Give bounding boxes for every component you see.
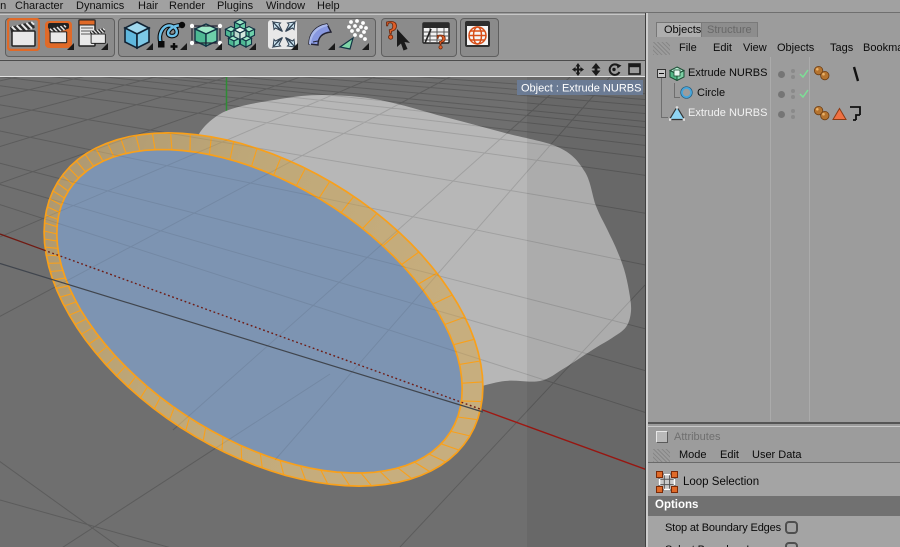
svg-text:?: ? (436, 30, 447, 51)
svg-text:Object : Extrude NURBS: Object : Extrude NURBS (521, 83, 641, 95)
svg-text:?: ? (385, 18, 398, 45)
